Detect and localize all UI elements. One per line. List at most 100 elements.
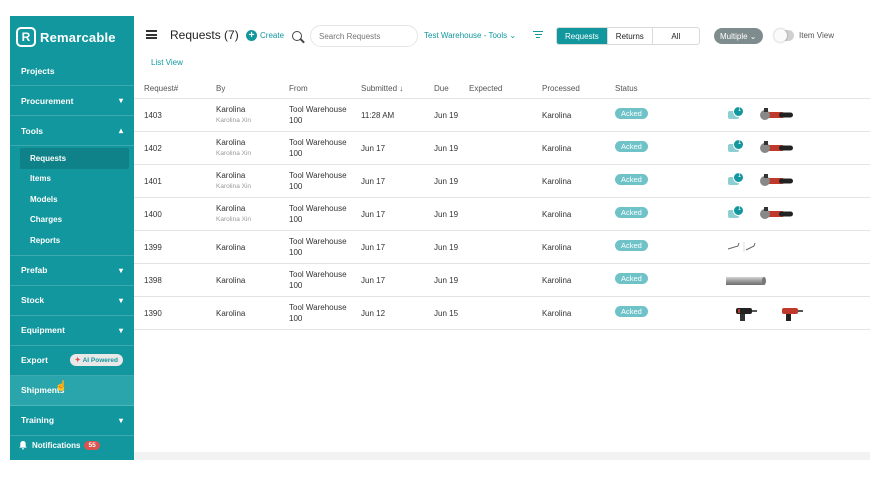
sidebar-item-label: Tools (21, 125, 44, 136)
from-location: Tool Warehouse 100 (289, 203, 347, 225)
ai-powered-badge: ✦ AI Powered (69, 354, 123, 366)
sidebar-item-tools[interactable]: Tools ▴ (10, 116, 134, 146)
angle-grinder-image[interactable] (759, 108, 795, 124)
sidebar-item-procurement[interactable]: Procurement ▾ (10, 86, 134, 116)
request-number: 1390 (144, 309, 162, 318)
brand-name: Remarcable (40, 29, 116, 45)
from-location: Tool Warehouse 100 (289, 269, 347, 291)
page-title: Requests (7) (170, 28, 239, 42)
table-row[interactable]: 1390 Karolina Tool Warehouse 100 Jun 12 Jun 1… (134, 297, 870, 330)
comment-icon[interactable]: 1 (728, 106, 744, 119)
requested-by: Karolina (216, 105, 246, 114)
table-row[interactable]: 1400 Karolina Karolina Xin Tool Warehouse 10… (134, 198, 870, 231)
search-input[interactable] (310, 25, 418, 47)
angle-grinder-image[interactable] (759, 207, 795, 223)
table-row[interactable]: 1399 Karolina Tool Warehouse 100 Jun 17 Jun 1… (134, 231, 870, 264)
table-row[interactable]: 1398 Karolina Tool Warehouse 100 Jun 17 Jun 1… (134, 264, 870, 297)
multiple-select[interactable]: Multiple ⌄ (714, 28, 763, 44)
processed-by: Karolina (542, 177, 572, 186)
sidebar-item-export[interactable]: Export ✦ AI Powered (10, 346, 134, 376)
due-date: Jun 19 (434, 276, 459, 285)
requests-table: Request# By From Submitted ↓ Due Expected Proc… (134, 78, 870, 330)
sidebar: R Remarcable Projects Procurement ▾ Tools ▴ R… (10, 16, 134, 460)
from-line-2: 100 (289, 248, 303, 257)
sidebar-item-stock[interactable]: Stock ▾ (10, 286, 134, 316)
hook-part-image[interactable] (726, 240, 762, 256)
tools-sub-item-models[interactable]: Models (10, 189, 134, 210)
sidebar-item-label: Training (21, 415, 55, 425)
notifications-item[interactable]: Notifications 55 (18, 440, 100, 450)
status-badge: Acked (615, 306, 648, 317)
angle-grinder-image[interactable] (759, 141, 795, 157)
from-location: Tool Warehouse 100 (289, 104, 347, 126)
column-header[interactable]: Submitted ↓ (361, 84, 403, 93)
sidebar-item-training[interactable]: Training ▾ (10, 406, 134, 436)
column-header[interactable]: Request# (144, 84, 178, 93)
request-number: 1403 (144, 111, 162, 120)
table-row[interactable]: 1401 Karolina Karolina Xin Tool Warehouse 10… (134, 165, 870, 198)
from-line-1: Tool Warehouse (289, 237, 347, 246)
submitted-date: Jun 17 (361, 210, 386, 219)
status-cell: Acked (615, 174, 648, 185)
submitted-date: Jun 17 (361, 243, 386, 252)
segment-all[interactable]: All (653, 28, 699, 44)
search-icon[interactable] (292, 31, 302, 41)
sidebar-item-projects[interactable]: Projects (10, 56, 134, 86)
item-view-toggle[interactable] (774, 29, 794, 42)
create-button[interactable]: + Create (246, 30, 284, 41)
tools-sub-item-requests[interactable]: Requests (20, 148, 129, 169)
chevron-down-icon: ▾ (118, 415, 123, 425)
location-select[interactable]: Test Warehouse - Tools ⌄ (424, 31, 516, 40)
request-number: 1398 (144, 276, 162, 285)
list-view-link[interactable]: List View (151, 58, 183, 67)
comment-icon[interactable]: 1 (728, 205, 744, 218)
menu-icon[interactable] (146, 30, 157, 39)
sidebar-item-equipment[interactable]: Equipment ▾ (10, 316, 134, 346)
requested-by: Karolina (216, 243, 246, 252)
processed-by: Karolina (542, 309, 572, 318)
segment-requests[interactable]: Requests (557, 28, 608, 44)
column-header[interactable]: From (289, 84, 308, 93)
segment-returns[interactable]: Returns (608, 28, 653, 44)
sidebar-item-shipments[interactable]: Shipments (10, 375, 134, 406)
sidebar-item-label: Export (21, 355, 48, 365)
create-label: Create (260, 31, 285, 40)
drill-image[interactable] (734, 306, 758, 324)
tools-sub-item-charges[interactable]: Charges (10, 210, 134, 231)
tools-sub-item-reports[interactable]: Reports (10, 230, 134, 251)
sidebar-item-prefab[interactable]: Prefab ▾ (10, 256, 134, 286)
tools-sub-item-items[interactable]: Items (10, 169, 134, 190)
column-header[interactable]: Status (615, 84, 638, 93)
brand-logo[interactable]: R Remarcable (16, 26, 128, 48)
processed-by: Karolina (542, 243, 572, 252)
column-header[interactable]: By (216, 84, 225, 93)
from-line-1: Tool Warehouse (289, 171, 347, 180)
submitted-date: Jun 12 (361, 309, 386, 318)
comment-icon[interactable]: 1 (728, 172, 744, 185)
request-type-toggle: Requests Returns All (556, 27, 700, 45)
status-badge: Acked (615, 108, 648, 119)
horizontal-scrollbar[interactable] (134, 452, 870, 460)
comment-count: 1 (737, 206, 742, 212)
requested-by-full-name: Karolina Xin (216, 150, 252, 157)
due-date: Jun 19 (434, 177, 459, 186)
drill-image[interactable] (780, 306, 804, 324)
due-date: Jun 19 (434, 111, 459, 120)
pipe-image[interactable] (726, 275, 766, 289)
request-number: 1401 (144, 177, 162, 186)
sidebar-nav: Projects Procurement ▾ Tools ▴ Requests Items M… (10, 56, 134, 436)
status-cell: Acked (615, 207, 648, 218)
due-date: Jun 19 (434, 144, 459, 153)
comment-icon[interactable]: 1 (728, 139, 744, 152)
table-row[interactable]: 1402 Karolina Karolina Xin Tool Warehouse 10… (134, 132, 870, 165)
column-header[interactable]: Due (434, 84, 449, 93)
sidebar-item-label: Equipment (21, 325, 65, 335)
angle-grinder-image[interactable] (759, 174, 795, 190)
filter-icon[interactable] (533, 31, 543, 39)
column-header[interactable]: Expected (469, 84, 502, 93)
tools-submenu: Requests Items Models Charges Reports (10, 146, 134, 256)
processed-by: Karolina (542, 276, 572, 285)
status-badge: Acked (615, 273, 648, 284)
table-row[interactable]: 1403 Karolina Karolina Xin Tool Warehouse 10… (134, 99, 870, 132)
column-header[interactable]: Processed (542, 84, 580, 93)
